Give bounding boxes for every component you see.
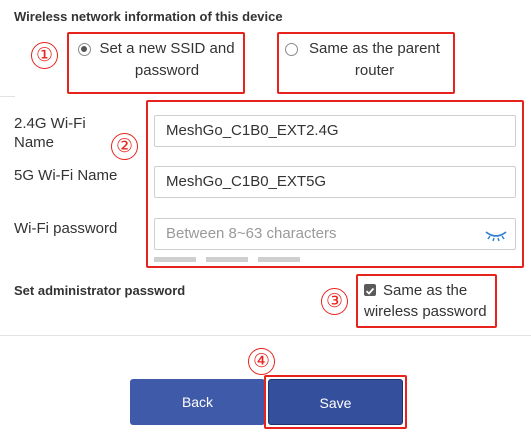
radio-new-ssid-button[interactable] xyxy=(78,43,91,56)
radio-same-parent-label[interactable]: Same as the parent router xyxy=(302,38,447,82)
divider-top xyxy=(0,96,15,97)
strength-bar-3 xyxy=(258,257,300,262)
radio-new-ssid-label[interactable]: Set a new SSID and password xyxy=(96,38,238,82)
password-label: Wi-Fi password xyxy=(14,220,118,237)
divider-bottom xyxy=(0,335,531,336)
strength-bar-2 xyxy=(206,257,248,262)
eye-icon[interactable] xyxy=(484,228,508,242)
radio-new-ssid-line1: Set a new SSID and xyxy=(99,40,235,57)
section-title: Wireless network information of this dev… xyxy=(14,9,283,24)
radio-selected-dot xyxy=(81,46,87,52)
ssid-5-input[interactable]: MeshGo_C1B0_EXT5G xyxy=(154,166,516,198)
ssid-24-input[interactable]: MeshGo_C1B0_EXT2.4G xyxy=(154,115,516,147)
save-button[interactable]: Save xyxy=(268,379,403,425)
password-input[interactable]: Between 8~63 characters xyxy=(154,218,516,250)
annotation-marker-1: ① xyxy=(31,42,58,69)
radio-new-ssid-line2: password xyxy=(134,62,200,79)
ssid-24-label: 2.4G Wi-Fi Name xyxy=(14,115,86,151)
annotation-marker-3: ③ xyxy=(321,288,348,315)
radio-same-parent-button[interactable] xyxy=(285,43,298,56)
admin-password-label: Set administrator password xyxy=(14,283,186,298)
back-button[interactable]: Back xyxy=(130,379,265,425)
annotation-marker-2: ② xyxy=(111,133,138,160)
ssid-5-label: 5G Wi-Fi Name xyxy=(14,167,118,184)
annotation-marker-4: ④ xyxy=(248,348,275,375)
radio-same-parent-line2: router xyxy=(354,62,395,79)
same-as-wireless-label[interactable]: Same as the wireless password xyxy=(364,280,492,322)
strength-bar-1 xyxy=(154,257,196,262)
radio-same-parent-line1: Same as the parent xyxy=(309,40,440,57)
